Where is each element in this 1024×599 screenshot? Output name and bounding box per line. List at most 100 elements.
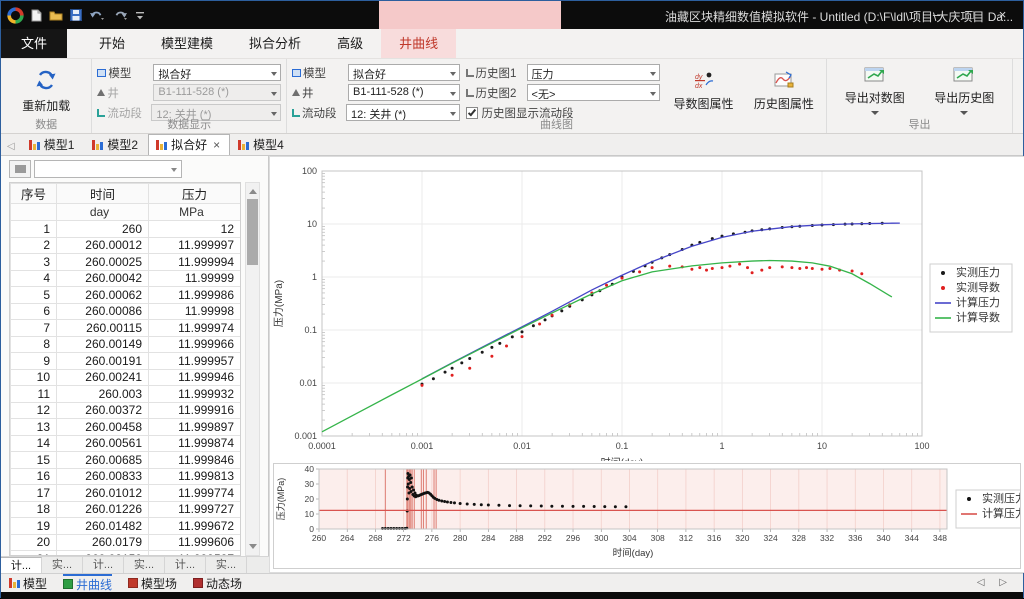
document-tab-模型4[interactable]: 模型4 xyxy=(230,134,294,155)
table-sub-tab[interactable]: 计... xyxy=(83,557,124,573)
svg-text:336: 336 xyxy=(848,533,862,543)
table-row[interactable]: 5260.0006211.999986 xyxy=(11,287,241,304)
table-row[interactable]: 7260.0011511.999974 xyxy=(11,320,241,337)
status-item-井曲线[interactable]: 井曲线 xyxy=(63,574,112,593)
table-cell: 11.999986 xyxy=(149,287,241,304)
table-cell: 4 xyxy=(11,270,57,287)
status-item-动态场[interactable]: 动态场 xyxy=(193,574,242,593)
status-item-模型场[interactable]: 模型场 xyxy=(128,574,177,593)
table-row[interactable]: 10260.0024111.999946 xyxy=(11,369,241,386)
svg-text:计算导数: 计算导数 xyxy=(956,310,1000,324)
ribbon: 重新加载 数据 模型 拟合好 井 B1-111-528 (*) 流动段 12: … xyxy=(1,59,1023,134)
table-sub-tab[interactable]: 实... xyxy=(42,557,83,573)
table-row[interactable]: 8260.0014911.999966 xyxy=(11,336,241,353)
data-table[interactable]: 序号时间压力dayMPa1260122260.0001211.999997326… xyxy=(9,182,241,556)
unit-cell: MPa xyxy=(149,204,241,221)
table-options-button[interactable] xyxy=(9,160,31,178)
table-row[interactable]: 14260.0056111.999874 xyxy=(11,435,241,452)
svg-text:10: 10 xyxy=(817,441,827,451)
unit-cell: day xyxy=(57,204,149,221)
export-history-plot-button[interactable]: 导出历史图 xyxy=(922,63,1008,119)
svg-text:316: 316 xyxy=(707,533,721,543)
table-row[interactable]: 4260.0004211.99999 xyxy=(11,270,241,287)
minimize-button[interactable]: – xyxy=(920,1,953,29)
document-tab-bar: ◁ 模型1 模型2拟合好×模型4 xyxy=(1,134,1023,156)
ribbon-tab-开始[interactable]: 开始 xyxy=(81,29,143,58)
tab-scroll-left-icon[interactable]: ◁ xyxy=(5,141,21,155)
document-tab-模型1[interactable]: 模型1 xyxy=(21,134,85,155)
table-cell: 15 xyxy=(11,452,57,469)
ribbon-tab-模型建模[interactable]: 模型建模 xyxy=(143,29,231,58)
new-file-button[interactable] xyxy=(31,9,42,22)
table-row[interactable]: 20260.017911.999606 xyxy=(11,534,241,551)
table-sub-tab[interactable]: 实... xyxy=(206,557,247,573)
redo-button[interactable] xyxy=(112,9,128,21)
ribbon-tab-文件[interactable]: 文件 xyxy=(1,29,67,58)
chevron-down-icon xyxy=(960,111,968,115)
table-row[interactable]: 126012 xyxy=(11,221,241,238)
table-row[interactable]: 2260.0001211.999997 xyxy=(11,237,241,254)
well-icon xyxy=(292,89,300,96)
table-cell: 12 xyxy=(11,402,57,419)
table-row[interactable]: 13260.0045811.999897 xyxy=(11,419,241,436)
tab-close-icon[interactable]: × xyxy=(213,138,220,152)
column-header-1[interactable]: 序号 xyxy=(11,184,57,204)
display-model-select[interactable]: 拟合好 xyxy=(153,64,281,81)
status-item-模型[interactable]: 模型 xyxy=(9,574,47,593)
table-cell: 11.999932 xyxy=(149,386,241,403)
customize-toolbar-button[interactable] xyxy=(135,10,145,20)
reload-button[interactable]: 重新加载 xyxy=(6,63,86,119)
scroll-up-icon[interactable] xyxy=(249,189,257,194)
scroll-down-icon[interactable] xyxy=(249,544,257,549)
svg-text:实测导数: 实测导数 xyxy=(956,280,1000,294)
history-plot-properties-button[interactable]: 历史图属性 xyxy=(747,63,821,119)
svg-text:344: 344 xyxy=(905,533,919,543)
table-row[interactable]: 16260.0083311.999813 xyxy=(11,468,241,485)
table-row[interactable]: 15260.0068511.999846 xyxy=(11,452,241,469)
table-sub-tab[interactable]: 实... xyxy=(124,557,165,573)
table-row[interactable]: 18260.0122611.999727 xyxy=(11,501,241,518)
table-row[interactable]: 12260.0037211.999916 xyxy=(11,402,241,419)
table-row[interactable]: 11260.00311.999932 xyxy=(11,386,241,403)
table-row[interactable]: 9260.0019111.999957 xyxy=(11,353,241,370)
table-cell: 11.99999 xyxy=(149,270,241,287)
table-row[interactable]: 17260.0101211.999774 xyxy=(11,485,241,502)
ribbon-tab-拟合分析[interactable]: 拟合分析 xyxy=(231,29,319,58)
svg-text:40: 40 xyxy=(305,464,315,474)
table-row[interactable]: 19260.0148211.999672 xyxy=(11,518,241,535)
undo-button[interactable] xyxy=(89,9,105,21)
table-sub-tab[interactable]: 计... xyxy=(165,557,206,573)
open-file-button[interactable] xyxy=(49,10,63,21)
curve-well-select[interactable]: B1-111-528 (*) xyxy=(348,84,460,101)
document-tab-模型2[interactable]: 模型2 xyxy=(84,134,148,155)
table-cell: 11.999874 xyxy=(149,435,241,452)
table-scrollbar[interactable] xyxy=(245,182,260,556)
ribbon-tab-井曲线[interactable]: 井曲线 xyxy=(381,29,456,58)
ribbon-tab-高级[interactable]: 高级 xyxy=(319,29,381,58)
status-nav-arrows[interactable]: ◁ ▷ xyxy=(977,577,1013,588)
close-button[interactable]: × xyxy=(986,1,1019,29)
save-button[interactable] xyxy=(70,9,82,21)
column-header-3[interactable]: 压力 xyxy=(149,184,241,204)
derivative-plot-properties-button[interactable]: dy dx 导数图属性 xyxy=(666,63,740,119)
status-item-icon xyxy=(63,579,73,589)
svg-text:1: 1 xyxy=(312,272,317,282)
svg-text:实测压力: 实测压力 xyxy=(982,491,1020,505)
column-header-2[interactable]: 时间 xyxy=(57,184,149,204)
table-cell: 16 xyxy=(11,468,57,485)
history1-select[interactable]: 压力 xyxy=(527,64,661,81)
history2-select[interactable]: <无> xyxy=(527,84,661,101)
table-row[interactable]: 3260.0002511.999994 xyxy=(11,254,241,271)
document-tab-拟合好[interactable]: 拟合好× xyxy=(148,134,230,155)
curve-model-select[interactable]: 拟合好 xyxy=(348,64,460,81)
table-sub-tab[interactable]: 计... xyxy=(1,557,42,573)
maximize-button[interactable]: □ xyxy=(953,1,986,29)
svg-text:0.1: 0.1 xyxy=(616,441,629,451)
export-loglog-plot-button[interactable]: 导出对数图 xyxy=(832,63,918,119)
scrollbar-thumb[interactable] xyxy=(247,199,258,265)
tab-label: 模型1 xyxy=(44,136,75,153)
table-series-combobox[interactable] xyxy=(34,160,182,178)
history-chart-box: 2602642682722762802842882922963003043083… xyxy=(273,463,1021,569)
table-row[interactable]: 6260.0008611.99998 xyxy=(11,303,241,320)
table-cell: 14 xyxy=(11,435,57,452)
